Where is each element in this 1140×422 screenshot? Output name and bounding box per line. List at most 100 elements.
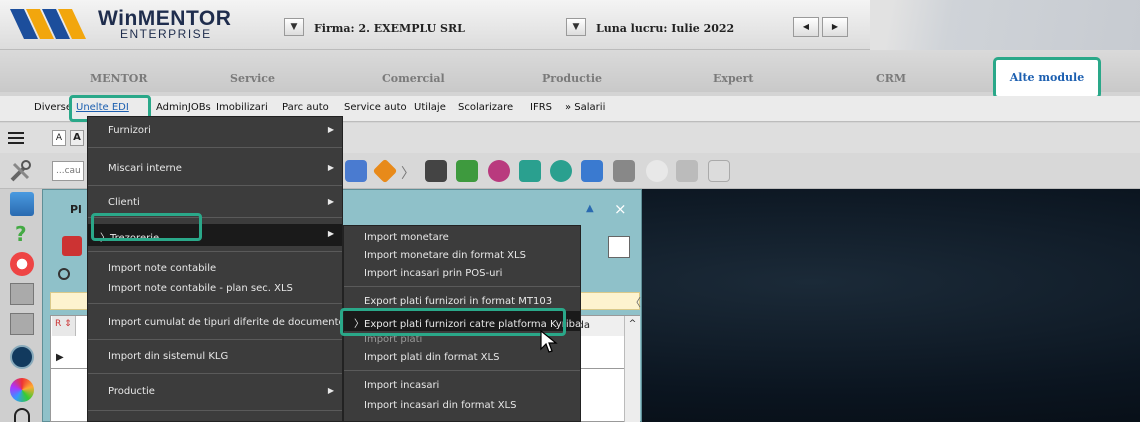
menu-separator xyxy=(88,185,342,186)
submenu-scolarizare[interactable]: Scolarizare xyxy=(458,102,513,113)
menu-item-import-note-contabile[interactable]: Import note contabile xyxy=(88,263,342,274)
delete-icon[interactable] xyxy=(62,236,82,256)
menu-item-furnizori[interactable]: Furnizori ▶ xyxy=(88,125,342,136)
highlight-box-export-kyriba xyxy=(340,308,566,336)
mouse-cursor-icon xyxy=(540,330,558,353)
clock-icon[interactable] xyxy=(10,345,34,369)
module-tab-productie[interactable]: Productie xyxy=(542,72,602,92)
edit-icon[interactable] xyxy=(608,236,630,258)
search-icon[interactable] xyxy=(58,268,70,280)
menu-item-import-note-contabile-plan-sec[interactable]: Import note contabile - plan sec. XLS xyxy=(88,283,342,294)
lifebuoy-icon[interactable] xyxy=(10,252,34,276)
chevron-down-icon: ▼ xyxy=(290,22,298,32)
menu-item-clienti[interactable]: Clienti ▶ xyxy=(88,197,342,208)
module-tab-comercial[interactable]: Comercial xyxy=(382,72,445,92)
menu-item-export-plati-mt103[interactable]: Export plati furnizori in format MT103 xyxy=(344,296,580,307)
menu-item-import-cumulat[interactable]: Import cumulat de tipuri diferite de doc… xyxy=(88,317,345,328)
minimize-icon[interactable]: ▲ xyxy=(586,203,594,214)
menu-item-import-incasari[interactable]: Import incasari xyxy=(344,380,580,391)
chevron-down-icon: ▼ xyxy=(572,22,580,32)
home-refresh-icon[interactable] xyxy=(550,160,572,182)
menu-separator xyxy=(88,147,342,148)
arrow-right-icon: ▶ xyxy=(831,22,839,31)
luna-lucru-label: Luna lucru: Iulie 2022 xyxy=(596,22,735,35)
module-tab-service[interactable]: Service xyxy=(230,72,275,92)
month-prev-button[interactable]: ◀ xyxy=(793,17,819,37)
title-bar-decoration xyxy=(870,0,1140,50)
tools-icon[interactable] xyxy=(8,158,34,184)
help-icon[interactable]: ? xyxy=(15,222,27,246)
arrow-left-icon: ◀ xyxy=(802,22,810,31)
font-size-button-large[interactable]: A xyxy=(70,130,84,146)
grid-scrollbar[interactable]: ^ xyxy=(624,316,640,422)
submenu-arrow-icon: ▶ xyxy=(327,125,334,134)
envelope-icon[interactable] xyxy=(708,160,730,182)
menu-item-import-monetare-xls[interactable]: Import monetare din format XLS xyxy=(344,250,580,261)
lock-icon[interactable] xyxy=(14,408,30,422)
menu-item-import-incasari-xls[interactable]: Import incasari din format XLS xyxy=(344,400,580,411)
play-icon[interactable] xyxy=(10,283,34,305)
people-icon[interactable] xyxy=(488,160,510,182)
house-icon[interactable] xyxy=(519,160,541,182)
menu-item-productie[interactable]: Productie ▶ xyxy=(88,386,342,397)
menu-separator xyxy=(88,339,342,340)
close-icon[interactable]: × xyxy=(614,200,627,218)
menu-item-import-incasari-pos[interactable]: Import incasari prin POS-uri xyxy=(344,268,580,279)
menu-separator xyxy=(88,303,342,304)
search-input[interactable]: ...cau xyxy=(52,161,84,181)
module-tab-expert[interactable]: Expert xyxy=(713,72,754,92)
firma-dropdown-button[interactable]: ▼ xyxy=(284,18,304,36)
module-tab-crm[interactable]: CRM xyxy=(876,72,906,92)
luna-dropdown-button[interactable]: ▼ xyxy=(566,18,586,36)
dialog-title: Pl xyxy=(70,203,82,216)
menu-separator xyxy=(88,410,342,411)
submenu-arrow-icon: ▶ xyxy=(327,386,334,395)
module-tab-alte-module[interactable]: Alte module xyxy=(993,57,1101,99)
menu-item-import-monetare[interactable]: Import monetare xyxy=(344,232,580,243)
submenu-diverse[interactable]: Diverse xyxy=(34,102,72,113)
submenu-service-auto[interactable]: Service auto xyxy=(344,102,407,113)
month-next-button[interactable]: ▶ xyxy=(822,17,848,37)
logo-mark-icon xyxy=(10,9,86,39)
firma-label: Firma: 2. EXEMPLU SRL xyxy=(314,22,465,35)
grid-icon[interactable] xyxy=(345,160,367,182)
submenu-arrow-icon: ▶ xyxy=(327,163,334,172)
font-size-button-small[interactable]: A xyxy=(52,130,66,146)
module-tab-mentor[interactable]: MENTOR xyxy=(90,72,148,92)
chevron-left-icon[interactable]: 〈 xyxy=(630,294,641,310)
barcode-icon[interactable] xyxy=(425,160,447,182)
handshake-icon[interactable] xyxy=(676,160,698,182)
menu-separator xyxy=(88,373,342,374)
menu-item-label: Miscari interne xyxy=(108,163,182,174)
menu-item-import-klg[interactable]: Import din sistemul KLG xyxy=(88,351,342,362)
menu-item-miscari-interne[interactable]: Miscari interne ▶ xyxy=(88,163,342,174)
menu-separator xyxy=(88,251,342,252)
submenu-arrow-icon: ▶ xyxy=(327,197,334,206)
submenu-parc-auto[interactable]: Parc auto xyxy=(282,102,329,113)
bank-icon[interactable] xyxy=(613,160,635,182)
grid-sort-header[interactable]: R ⇕ xyxy=(52,316,76,336)
submenu-adminjobs[interactable]: AdminJOBs xyxy=(156,102,211,113)
unelte-edi-menu: Furnizori ▶ Miscari interne ▶ Clienti ▶ 〉Tr… xyxy=(87,116,345,422)
hamburger-menu-icon[interactable] xyxy=(8,132,24,144)
menu-separator xyxy=(344,370,580,371)
row-pointer-icon: ▶ xyxy=(56,352,64,363)
highlight-box-trezorerie xyxy=(91,213,202,241)
submenu-utilaje[interactable]: Utilaje xyxy=(414,102,446,113)
submenu-ifrs[interactable]: IFRS xyxy=(530,102,552,113)
chevron-right-icon: 〉 xyxy=(401,166,415,182)
stack-icon[interactable] xyxy=(456,160,478,182)
logo-subtitle: ENTERPRISE xyxy=(120,27,212,41)
lightbulb-icon[interactable] xyxy=(646,160,668,182)
submenu-salarii[interactable]: » Salarii xyxy=(565,102,605,113)
back-icon[interactable] xyxy=(10,313,34,335)
house-arrow-icon[interactable] xyxy=(581,160,603,182)
submenu-arrow-icon: ▶ xyxy=(327,229,334,238)
menu-item-label: Furnizori xyxy=(108,125,151,136)
menu-item-label: Productie xyxy=(108,386,155,397)
submenu-imobilizari[interactable]: Imobilizari xyxy=(216,102,268,113)
menu-separator xyxy=(344,286,580,287)
dashboard-icon[interactable] xyxy=(10,192,34,216)
menu-item-label: Clienti xyxy=(108,197,140,208)
color-wheel-icon[interactable] xyxy=(10,378,34,402)
